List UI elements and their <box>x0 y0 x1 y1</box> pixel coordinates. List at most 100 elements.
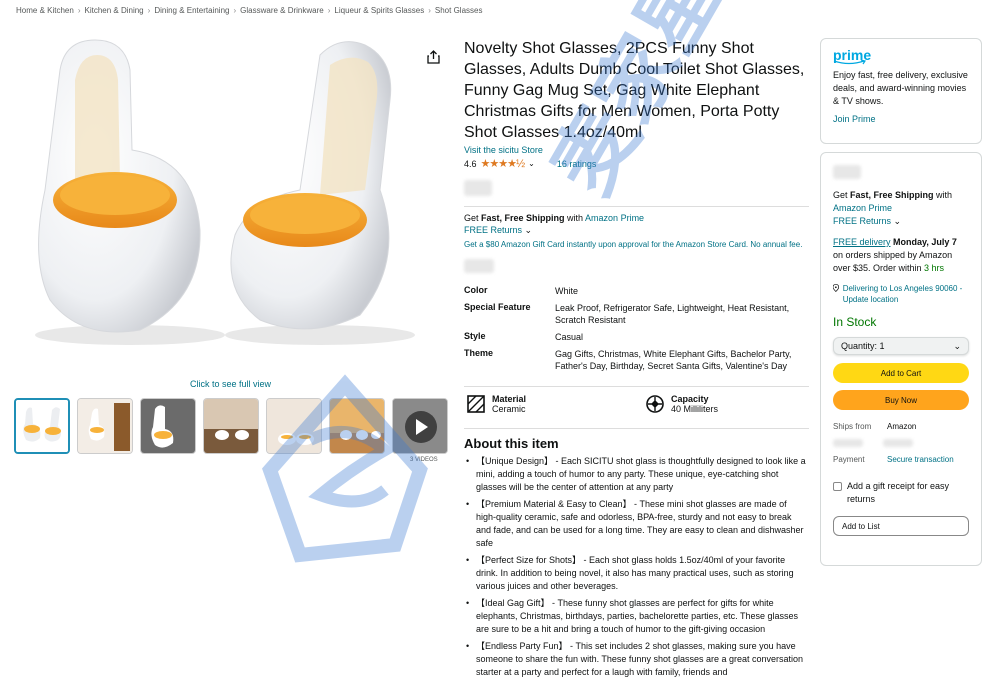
spec-key: Color <box>464 285 488 295</box>
gift-receipt-label: Add a gift receipt for easy returns <box>847 481 950 504</box>
breadcrumb-item[interactable]: Kitchen & Dining <box>84 6 143 15</box>
shipping-bold: Fast, Free Shipping <box>850 190 934 200</box>
free-returns-link[interactable]: FREE Returns <box>464 225 522 235</box>
prime-description: Enjoy fast, free delivery, exclusive dea… <box>833 70 968 106</box>
quantity-select[interactable]: Quantity: 1 ⌄ <box>833 337 969 355</box>
secure-transaction-link[interactable]: Secure transaction <box>887 455 954 464</box>
buy-now-button[interactable]: Buy Now <box>833 390 969 410</box>
thumbnail[interactable] <box>329 398 385 454</box>
delivery-info: FREE delivery Monday, July 7 on orders s… <box>833 236 969 275</box>
prime-box: prime Enjoy fast, free delivery, exclusi… <box>820 38 982 144</box>
capacity-feature: Capacity 40 Milliliters <box>645 394 718 414</box>
thumbnail[interactable] <box>203 398 259 454</box>
rating-value: 4.6 <box>464 158 477 169</box>
breadcrumb-item[interactable]: Shot Glasses <box>435 6 483 15</box>
free-returns-link[interactable]: FREE Returns <box>833 216 891 226</box>
shipping-with: with <box>564 213 586 223</box>
spec-key: Special Feature <box>464 302 531 312</box>
video-thumbnail[interactable] <box>392 398 448 454</box>
spec-row: Special Feature Leak Proof, Refrigerator… <box>464 302 809 326</box>
breadcrumb-separator: › <box>428 6 431 15</box>
chevron-down-icon: ⌄ <box>953 340 961 351</box>
free-returns-row: FREE Returns ⌄ <box>464 225 809 236</box>
location-row[interactable]: Delivering to Los Angeles 90060 - Update… <box>833 283 969 305</box>
breadcrumb: Home & Kitchen › Kitchen & Dining › Dining… <box>16 6 482 15</box>
gift-card-offer-link[interactable]: Get a $80 Amazon Gift Card instantly upo… <box>464 238 809 251</box>
divider <box>464 428 809 429</box>
feature-key: Capacity <box>671 394 709 404</box>
shipping-with: with <box>933 190 953 200</box>
about-heading: About this item <box>464 436 559 451</box>
prime-logo: prime <box>833 47 872 63</box>
price-redacted <box>464 180 492 196</box>
spec-value: Leak Proof, Refrigerator Safe, Lightweig… <box>555 303 790 325</box>
ships-from-value: Amazon <box>887 422 917 431</box>
free-delivery-link[interactable]: FREE delivery <box>833 237 891 247</box>
payment-row: Payment Secure transaction <box>833 455 969 464</box>
product-details: Novelty Shot Glasses, 2PCS Funny Shot Gl… <box>464 38 809 273</box>
main-product-image[interactable] <box>20 30 430 375</box>
thumbnail[interactable] <box>266 398 322 454</box>
ships-from-label: Ships from <box>833 422 872 431</box>
thumbnail-strip <box>14 398 448 454</box>
feature-value: Ceramic <box>492 404 526 414</box>
videos-count-label: 3 VIDEOS <box>410 457 438 463</box>
divider <box>464 386 809 387</box>
material-icon <box>467 395 485 413</box>
add-to-list-button[interactable]: Add to List <box>833 516 969 536</box>
chevron-down-icon[interactable]: ⌄ <box>528 159 535 168</box>
feature-value: 40 Milliliters <box>671 404 719 414</box>
click-full-view-link[interactable]: Click to see full view <box>190 379 271 389</box>
ships-from-row: Ships from Amazon <box>833 422 969 431</box>
thumbnail[interactable] <box>77 398 133 454</box>
shot-glasses-illustration <box>35 39 415 345</box>
amazon-prime-link[interactable]: Amazon Prime <box>585 213 644 223</box>
gift-receipt-row[interactable]: Add a gift receipt for easy returns <box>833 480 969 506</box>
about-bullet-list: 【Unique Design】 - Each SICITU shot glass… <box>466 455 806 683</box>
gift-receipt-checkbox[interactable] <box>833 482 842 491</box>
add-to-cart-button[interactable]: Add to Cart <box>833 363 969 383</box>
stock-status: In Stock <box>833 315 877 329</box>
breadcrumb-item[interactable]: Home & Kitchen <box>16 6 74 15</box>
rating-row: 4.6 ★★★★½ ⌄ 16 ratings <box>464 157 809 170</box>
redacted-text <box>833 439 863 447</box>
join-prime-link[interactable]: Join Prime <box>833 114 969 124</box>
feature-key: Material <box>492 394 527 404</box>
thumbnail[interactable] <box>140 398 196 454</box>
payment-label: Payment <box>833 455 865 464</box>
shipping-prefix: Get <box>464 213 482 223</box>
thumbnail[interactable] <box>14 398 70 454</box>
share-icon[interactable] <box>424 48 442 66</box>
breadcrumb-item[interactable]: Liqueur & Spirits Glasses <box>334 6 424 15</box>
spec-key: Style <box>464 331 486 341</box>
chevron-down-icon[interactable]: ⌄ <box>894 216 902 226</box>
breadcrumb-separator: › <box>327 6 331 15</box>
breadcrumb-separator: › <box>77 6 81 15</box>
about-bullet: 【Unique Design】 - Each SICITU shot glass… <box>466 455 806 494</box>
spec-row: Style Casual <box>464 331 809 343</box>
breadcrumb-item[interactable]: Dining & Entertaining <box>154 6 229 15</box>
shipping-line: Get Fast, Free Shipping with Amazon Prim… <box>464 213 809 223</box>
divider <box>464 206 809 207</box>
ratings-count-link[interactable]: 16 ratings <box>557 159 597 169</box>
material-feature: Material Ceramic <box>466 394 526 414</box>
about-bullet: 【Perfect Size for Shots】 - Each shot gla… <box>466 554 806 593</box>
spec-value: White <box>555 286 579 296</box>
chevron-down-icon[interactable]: ⌄ <box>525 225 533 235</box>
price-redacted <box>833 165 861 179</box>
breadcrumb-separator: › <box>147 6 151 15</box>
about-bullet: 【Ideal Gag Gift】 - These funny shot glas… <box>466 597 806 636</box>
shipping-prefix: Get <box>833 190 851 200</box>
breadcrumb-item[interactable]: Glassware & Drinkware <box>240 6 324 15</box>
star-rating-icon[interactable]: ★★★★½ <box>481 157 526 170</box>
buybox-shipping: Get Fast, Free Shipping with Amazon Prim… <box>833 189 969 228</box>
quantity-value: 1 <box>879 341 885 351</box>
delivery-location-link[interactable]: Delivering to Los Angeles 90060 - Update… <box>843 283 969 305</box>
about-bullet: 【Premium Material & Easy to Clean】 - The… <box>466 498 806 550</box>
visit-store-link[interactable]: Visit the sicitu Store <box>464 145 809 155</box>
breadcrumb-separator: › <box>233 6 237 15</box>
seller-redacted-row <box>833 439 969 447</box>
spec-value: Gag Gifts, Christmas, White Elephant Gif… <box>555 349 792 371</box>
spec-key: Theme <box>464 348 494 358</box>
amazon-prime-link[interactable]: Amazon Prime <box>833 203 892 213</box>
